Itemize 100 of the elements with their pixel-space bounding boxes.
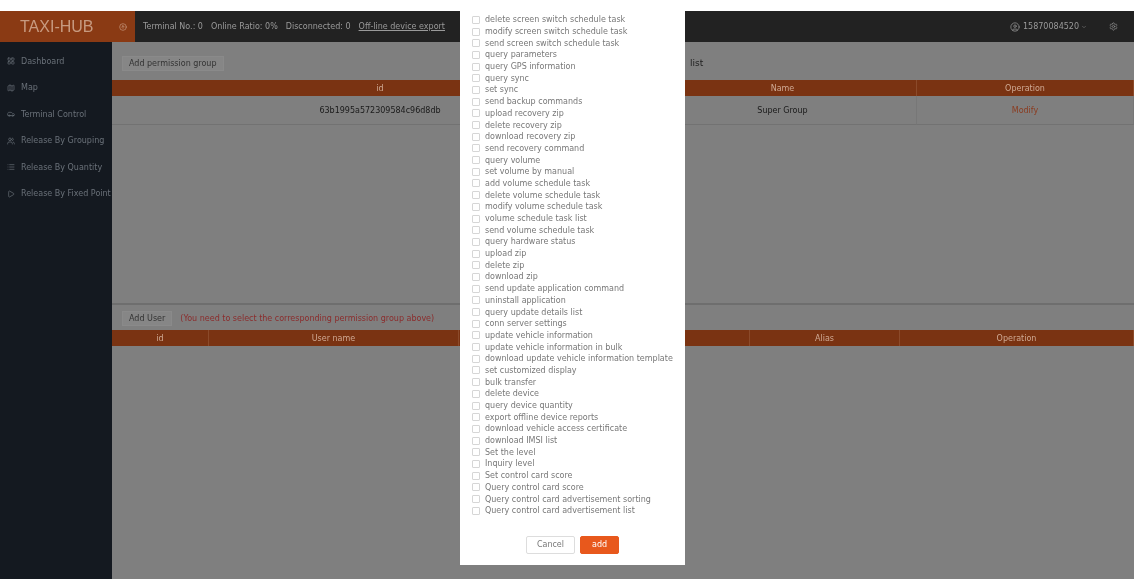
checkbox-label: Inquiry level [485,459,535,469]
sidebar-item[interactable]: Map [0,74,112,101]
checkbox-label: download zip [485,272,538,282]
checkbox-label: uninstall application [485,295,566,305]
checkbox-label: Set control card score [485,471,573,481]
checkbox-label: delete zip [485,260,525,270]
checkbox-label: modify screen switch schedule task [485,27,628,37]
checkbox[interactable] [472,50,480,59]
checkbox[interactable] [472,319,480,328]
checkbox[interactable] [472,284,480,293]
checkbox-label: Query control card advertisement list [485,506,635,516]
checkbox[interactable] [472,354,480,363]
checkbox[interactable] [472,74,480,83]
checkbox[interactable] [472,343,480,352]
checkbox[interactable] [472,27,480,36]
modify-link[interactable]: Modify [1011,105,1039,115]
checkbox[interactable] [472,85,480,94]
checkbox[interactable] [472,249,480,258]
export-link[interactable]: Off-line device export [358,22,445,31]
checkbox[interactable] [472,436,480,445]
checkbox[interactable] [472,459,480,468]
stat-text: Online Ratio: 0% [210,22,278,31]
settings-icon[interactable] [1109,22,1118,31]
checkbox[interactable] [472,156,480,165]
checkbox[interactable] [472,424,480,433]
checkbox[interactable] [472,378,480,387]
car-icon [7,110,15,119]
checkbox[interactable] [472,401,480,410]
checkbox-label: send recovery command [485,143,585,153]
checkbox[interactable] [472,261,480,270]
checkbox[interactable] [472,191,480,200]
checkbox-label: query volume [485,155,541,165]
checkbox[interactable] [472,296,480,305]
users-icon [7,136,15,145]
checkbox[interactable] [472,132,480,141]
checkbox-label: query sync [485,73,529,83]
checkbox-label: delete device [485,389,540,399]
play-icon [7,189,15,198]
cancel-button[interactable]: Cancel [525,535,575,554]
list-icon [7,163,15,172]
column-header: User name [209,330,459,346]
caret-icon[interactable] [1081,23,1087,30]
checkbox-label: add volume schedule task [485,178,590,188]
checkbox[interactable] [472,214,480,223]
add-button[interactable]: add [580,535,620,554]
checkbox-label: delete screen switch schedule task [485,15,626,25]
checkbox-label: Set the level [485,447,536,457]
checkbox-label: conn server settings [485,319,567,329]
checkbox[interactable] [472,144,480,153]
checkbox[interactable] [472,226,480,235]
checkbox[interactable] [472,389,480,398]
stat-text: Terminal No.: 0 [143,22,203,31]
checkbox[interactable] [472,109,480,118]
checkbox[interactable] [472,39,480,48]
checkbox[interactable] [472,237,480,246]
checkbox[interactable] [472,308,480,317]
circle-arrow-icon[interactable] [119,22,127,31]
checkbox[interactable] [472,97,480,106]
checkbox[interactable] [472,62,480,71]
checkbox-label: upload recovery zip [485,108,564,118]
add-user-button[interactable]: Add User [122,311,173,326]
checkbox-label: query hardware status [485,237,576,247]
checkbox-label: delete volume schedule task [485,190,601,200]
checkbox-label: update vehicle information [485,330,593,340]
user-avatar-icon[interactable] [1010,21,1020,32]
checkbox-label: set volume by manual [485,167,575,177]
checkbox-label: download recovery zip [485,132,576,142]
checkbox-label: download IMSI list [485,436,558,446]
checkbox-label: volume schedule task list [485,214,587,224]
checkbox[interactable] [472,331,480,340]
sidebar-item[interactable]: Release By Fixed Point [0,180,112,207]
checkbox[interactable] [472,483,480,492]
sidebar-item[interactable]: Release By Quantity [0,154,112,181]
column-header: Operation [900,330,1134,346]
checkbox-label: send screen switch schedule task [485,38,620,48]
checkbox[interactable] [472,167,480,176]
checkbox-label: download vehicle access certificate [485,424,628,434]
checkbox[interactable] [472,448,480,457]
checkbox[interactable] [472,15,480,24]
user-name[interactable]: 15870084520 [1023,22,1079,31]
checkbox-label: query update details list [485,307,583,317]
checkbox-label: send volume schedule task [485,225,595,235]
checkbox-label: send update application command [485,284,625,294]
checkbox[interactable] [472,495,480,504]
checkbox[interactable] [472,179,480,188]
checkbox-label: query GPS information [485,62,576,72]
sidebar-item[interactable]: Terminal Control [0,101,112,128]
checkbox[interactable] [472,413,480,422]
checkbox[interactable] [472,121,480,130]
checkbox-label: send backup commands [485,97,583,107]
checkbox[interactable] [472,506,480,515]
checkbox[interactable] [472,366,480,375]
checkbox[interactable] [472,202,480,211]
checkbox-label: download update vehicle information template [485,354,673,364]
sidebar-item[interactable]: Dashboard [0,48,112,75]
add-group-button[interactable]: Add permission group [122,55,224,71]
checkbox[interactable] [472,471,480,480]
column-header: Alias [750,330,900,346]
sidebar-item[interactable]: Release By Grouping [0,127,112,154]
checkbox[interactable] [472,272,480,281]
